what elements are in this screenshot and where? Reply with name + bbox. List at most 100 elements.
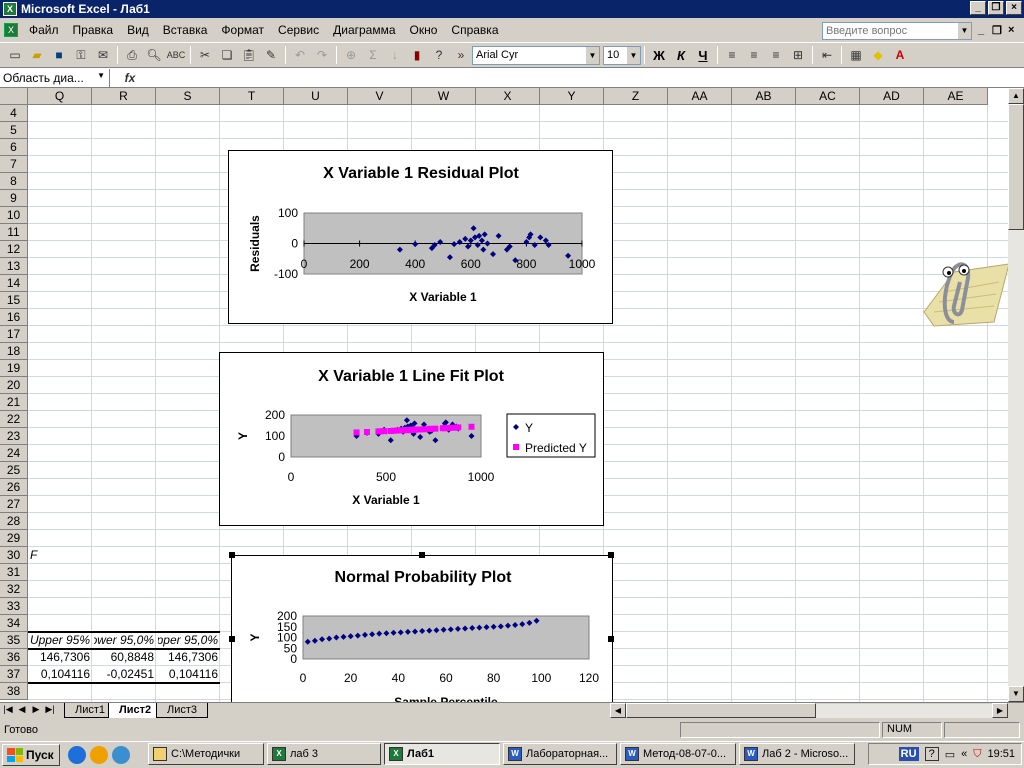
sort-icon[interactable]: ↓ [384, 44, 406, 66]
row-header-32[interactable]: 32 [0, 581, 28, 598]
decrease-indent-icon[interactable]: ⇤ [816, 44, 838, 66]
row-header-10[interactable]: 10 [0, 207, 28, 224]
column-header-v[interactable]: V [348, 88, 412, 105]
doc-close-button[interactable]: × [1008, 24, 1014, 36]
task-excel-lab1[interactable]: X Лаб1 [384, 743, 500, 765]
column-header-x[interactable]: X [476, 88, 540, 105]
autosum-icon[interactable]: Σ [362, 44, 384, 66]
row-header-23[interactable]: 23 [0, 428, 28, 445]
chart-wizard-icon[interactable]: ▮ [406, 44, 428, 66]
spelling-icon[interactable]: ABC [165, 44, 187, 66]
shield-icon[interactable]: ⛉ [973, 748, 981, 761]
menu-view[interactable]: Вид [120, 23, 156, 37]
bold-button[interactable]: Ж [648, 44, 670, 66]
task-excel-lab3[interactable]: Xлаб 3 [267, 743, 381, 765]
menu-chart[interactable]: Диаграмма [326, 23, 402, 37]
normal-probability-plot-chart[interactable]: Normal Probability Plot 0 20 40 60 80 100 120 20… [231, 555, 613, 703]
underline-button[interactable]: Ч [692, 44, 714, 66]
close-button[interactable]: × [1006, 1, 1022, 15]
menu-edit[interactable]: Правка [66, 23, 121, 37]
menu-format[interactable]: Формат [214, 23, 271, 37]
row-header-7[interactable]: 7 [0, 156, 28, 173]
scroll-right-icon[interactable]: ▶ [992, 703, 1008, 718]
next-sheet-icon[interactable]: ▶ [30, 704, 42, 715]
row-header-37[interactable]: 37 [0, 666, 28, 683]
row-header-27[interactable]: 27 [0, 496, 28, 513]
horizontal-scrollbar[interactable]: ◀ ▶ [610, 703, 1008, 718]
column-header-ac[interactable]: AC [796, 88, 860, 105]
cell-s35[interactable]: Upper 95,0% [158, 632, 218, 649]
undo-icon[interactable]: ↶ [289, 44, 311, 66]
row-header-8[interactable]: 8 [0, 173, 28, 190]
row-header-15[interactable]: 15 [0, 292, 28, 309]
borders-icon[interactable]: ▦ [845, 44, 867, 66]
row-header-29[interactable]: 29 [0, 530, 28, 547]
cell-r35[interactable]: Lower 95,0% [94, 632, 154, 649]
task-word-lab2[interactable]: W Лаб 2 - Microso... [739, 743, 855, 765]
email-icon[interactable]: ✉ [92, 44, 114, 66]
cell-s36[interactable]: 146,7306 [158, 649, 218, 666]
resize-handle[interactable] [608, 636, 614, 642]
select-all-corner[interactable] [0, 88, 28, 105]
office-assistant-icon[interactable] [914, 252, 1010, 332]
font-name-select[interactable]: Arial Cyr ▼ [472, 45, 600, 65]
menu-window[interactable]: Окно [403, 23, 445, 37]
row-header-22[interactable]: 22 [0, 411, 28, 428]
horizontal-scroll-thumb[interactable] [626, 703, 816, 718]
column-header-w[interactable]: W [412, 88, 476, 105]
language-indicator[interactable]: RU [898, 747, 919, 761]
row-header-28[interactable]: 28 [0, 513, 28, 530]
row-header-17[interactable]: 17 [0, 326, 28, 343]
name-box[interactable]: Область диа... ▼ [0, 68, 110, 87]
copy-icon[interactable]: ❏ [216, 44, 238, 66]
vertical-scrollbar[interactable]: ▲ ▼ [1008, 88, 1024, 702]
new-icon[interactable]: ▭ [4, 44, 26, 66]
help-tray-icon[interactable]: ? [924, 747, 939, 761]
align-left-icon[interactable]: ≡ [721, 44, 743, 66]
resize-handle[interactable] [608, 552, 614, 558]
row-header-20[interactable]: 20 [0, 377, 28, 394]
row-header-16[interactable]: 16 [0, 309, 28, 326]
column-header-y[interactable]: Y [540, 88, 604, 105]
merge-center-icon[interactable]: ⊞ [787, 44, 809, 66]
cell-r37[interactable]: -0,02451 [94, 666, 154, 683]
paste-icon[interactable]: 📋︎ [238, 44, 260, 66]
menu-tools[interactable]: Сервис [271, 23, 326, 37]
row-header-9[interactable]: 9 [0, 190, 28, 207]
internet-explorer-icon[interactable] [68, 746, 86, 764]
start-button[interactable]: Пуск [2, 744, 60, 766]
row-header-6[interactable]: 6 [0, 139, 28, 156]
restore-button[interactable]: ❐ [988, 1, 1004, 15]
row-header-30[interactable]: 30 [0, 547, 28, 564]
column-header-ad[interactable]: AD [860, 88, 924, 105]
cell-q30[interactable]: F [30, 547, 90, 564]
doc-restore-button[interactable]: ❐ [992, 24, 1002, 37]
column-header-ab[interactable]: AB [732, 88, 796, 105]
scroll-down-icon[interactable]: ▼ [1008, 686, 1024, 702]
cut-icon[interactable]: ✂ [194, 44, 216, 66]
menu-help[interactable]: Справка [444, 23, 505, 37]
line-fit-plot-chart[interactable]: X Variable 1 Line Fit Plot 0 500 1000 200 100… [219, 352, 604, 526]
document-icon[interactable]: X [4, 23, 18, 37]
row-header-24[interactable]: 24 [0, 445, 28, 462]
row-header-38[interactable]: 38 [0, 683, 28, 700]
monitor-tray-icon[interactable]: ▭ [945, 748, 955, 761]
toolbar-options-icon[interactable]: » [450, 44, 472, 66]
cell-s37[interactable]: 0,104116 [158, 666, 218, 683]
row-header-31[interactable]: 31 [0, 564, 28, 581]
row-header-11[interactable]: 11 [0, 224, 28, 241]
last-sheet-icon[interactable]: ▶| [44, 704, 56, 715]
row-header-18[interactable]: 18 [0, 343, 28, 360]
cell-q35[interactable]: Upper 95% [30, 632, 90, 649]
scroll-left-icon[interactable]: ◀ [610, 703, 626, 718]
row-header-33[interactable]: 33 [0, 598, 28, 615]
residual-plot-chart[interactable]: X Variable 1 Residual Plot 0 200 400 600 800 1… [228, 150, 613, 324]
menu-file[interactable]: Файл [22, 23, 66, 37]
desktop-icon[interactable] [112, 746, 130, 764]
column-header-aa[interactable]: AA [668, 88, 732, 105]
print-preview-icon[interactable]: 🔍︎ [143, 44, 165, 66]
resize-handle[interactable] [229, 552, 235, 558]
column-header-u[interactable]: U [284, 88, 348, 105]
column-header-t[interactable]: T [220, 88, 284, 105]
media-player-icon[interactable] [90, 746, 108, 764]
